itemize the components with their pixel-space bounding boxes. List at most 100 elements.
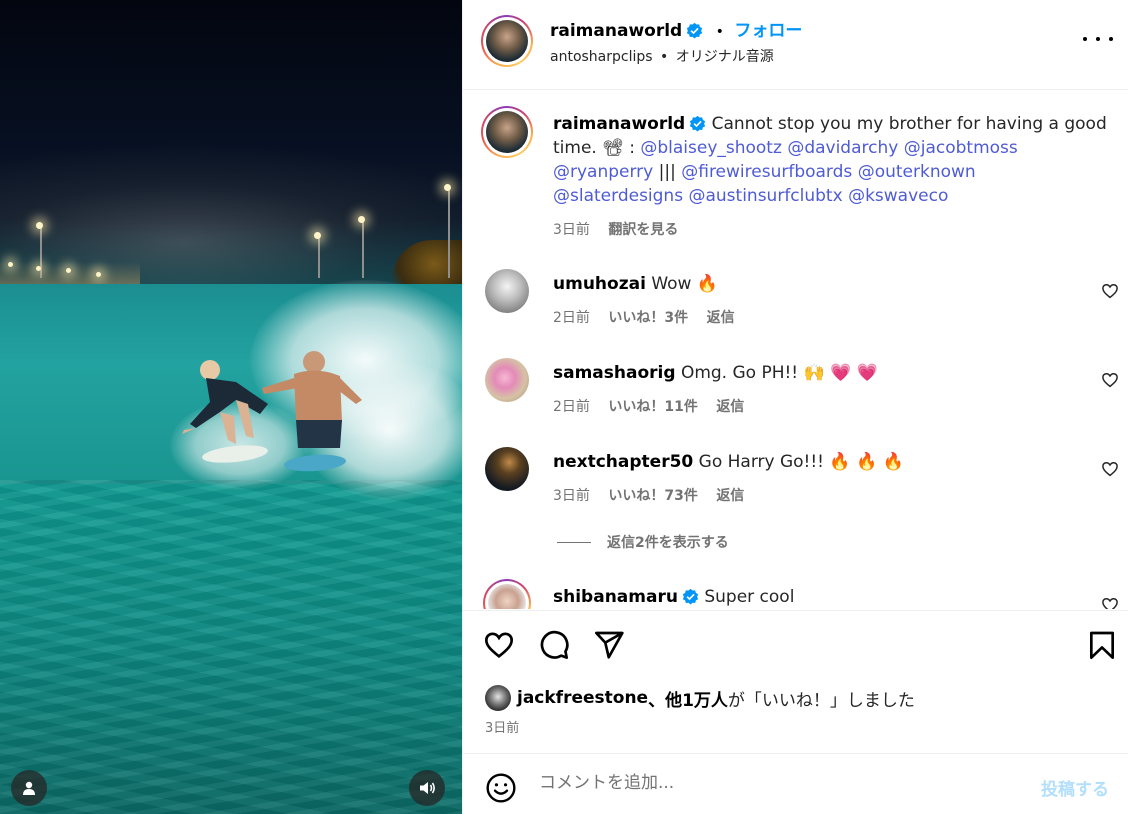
post-side-panel: raimanaworld • フォロー antosharpclips • オリジ… [462, 0, 1128, 814]
tagged-users-button[interactable] [11, 770, 47, 806]
comment-username[interactable]: samashaorig [553, 363, 676, 383]
heart-icon[interactable] [1101, 460, 1119, 478]
post-comment-button[interactable]: 投稿する [1041, 775, 1109, 800]
post-date[interactable]: 3日前 [485, 717, 519, 736]
comment-time[interactable]: 2日前 [553, 399, 590, 415]
comment-meta: 3日前 いいね！73件 返信 [553, 485, 758, 505]
heart-icon[interactable] [1101, 596, 1119, 609]
shore-lights [0, 262, 140, 286]
audio-separator: • [660, 49, 669, 65]
mention-link[interactable]: @jacobtmoss [904, 138, 1018, 158]
translate-button[interactable]: 翻訳を見る [608, 222, 678, 238]
shore-light [36, 266, 41, 271]
user-tag-icon [23, 781, 35, 795]
light-pole [318, 238, 320, 278]
audio-toggle-button[interactable] [409, 770, 445, 806]
comment-text: umuhozai Wow 🔥 [553, 272, 1113, 296]
view-replies-label: 返信2件を表示する [607, 535, 729, 551]
heart-icon[interactable] [1101, 371, 1119, 389]
flood-light [314, 232, 321, 239]
audio-line: antosharpclips • オリジナル音源 [550, 46, 774, 66]
caption-time[interactable]: 3日前 [553, 222, 590, 238]
mention-link[interactable]: @ryanperry [553, 162, 653, 182]
liker-username[interactable]: jackfreestone [517, 688, 648, 708]
more-options-icon [1083, 37, 1087, 41]
post-actions: jackfreestone 、他1万人 が「いいね！」しました 3日前 [463, 610, 1128, 754]
mention-link[interactable]: @austinsurfclubtx [688, 186, 842, 206]
comment-body: Wow 🔥 [651, 274, 719, 294]
comment-text: nextchapter50 Go Harry Go!!! 🔥 🔥 🔥 [553, 450, 1113, 474]
audio-username[interactable]: antosharpclips [550, 49, 653, 65]
flood-light [36, 222, 43, 229]
verified-badge-icon [690, 115, 706, 132]
author-username[interactable]: raimanaworld [550, 21, 682, 41]
reply-button[interactable]: 返信 [707, 310, 735, 326]
light-pole [448, 190, 450, 278]
author-avatar[interactable] [481, 15, 533, 67]
volume-icon [420, 782, 435, 794]
mention-link[interactable]: @slaterdesigns [553, 186, 683, 206]
comment-username[interactable]: shibanamaru [553, 587, 678, 607]
shore-light [66, 268, 71, 273]
commenter-avatar[interactable] [485, 358, 529, 402]
header-separator: • [715, 24, 724, 40]
share-icon[interactable] [593, 629, 625, 661]
emoji-icon[interactable] [485, 772, 517, 804]
caption-separator: ||| [653, 162, 682, 182]
comment-time[interactable]: 2日前 [553, 310, 590, 326]
more-options-button[interactable] [1083, 28, 1113, 50]
view-replies-button[interactable]: 返信2件を表示する [557, 532, 729, 552]
flood-light [444, 184, 451, 191]
post-dialog: raimanaworld • フォロー antosharpclips • オリジ… [0, 0, 1128, 814]
comment-username[interactable]: umuhozai [553, 274, 646, 294]
caption-avatar[interactable] [481, 106, 533, 158]
comment-username[interactable]: nextchapter50 [553, 452, 693, 472]
mention-link[interactable]: @outerknown [858, 162, 976, 182]
shore-light [8, 262, 13, 267]
comment-input[interactable] [539, 773, 1019, 793]
verified-badge-icon [687, 22, 703, 39]
heart-icon[interactable] [483, 629, 515, 661]
video-player[interactable] [0, 0, 462, 814]
caption-meta: 3日前 翻訳を見る [553, 219, 692, 239]
caption-text: raimanaworld Cannot stop you my brother … [553, 112, 1113, 208]
comment-likes[interactable]: いいね！73件 [608, 488, 697, 504]
shore-light [96, 272, 101, 277]
mention-link[interactable]: @blaisey_shootz [640, 138, 782, 158]
follow-button[interactable]: フォロー [734, 21, 802, 41]
mention-link[interactable]: @kswaveco [848, 186, 948, 206]
heart-icon[interactable] [1101, 282, 1119, 300]
comment-body: Super cool [704, 587, 795, 607]
flood-light [358, 216, 365, 223]
save-icon[interactable] [1086, 629, 1118, 661]
mention-link[interactable]: @firewiresurfboards [681, 162, 852, 182]
light-pole [362, 222, 364, 278]
comment-meta: 2日前 いいね！3件 返信 [553, 307, 749, 327]
likes-summary: jackfreestone 、他1万人 が「いいね！」しました [485, 685, 915, 711]
commenter-avatar[interactable] [485, 447, 529, 491]
light-pole [40, 228, 42, 278]
mention-link[interactable]: @davidarchy [787, 138, 898, 158]
comment-icon[interactable] [538, 629, 570, 661]
comment-body: Omg. Go PH!! 🙌 💗 💗 [680, 363, 878, 383]
surfer-right [262, 351, 362, 448]
comment-likes[interactable]: いいね！11件 [608, 399, 697, 415]
likes-suffix: が「いいね！」しました [727, 690, 915, 711]
verified-badge-icon [682, 588, 699, 605]
author-line: raimanaworld • フォロー [550, 16, 802, 41]
reply-button[interactable]: 返信 [716, 399, 744, 415]
audio-name[interactable]: オリジナル音源 [676, 49, 774, 65]
replies-divider [557, 541, 591, 543]
commenter-avatar[interactable] [485, 269, 529, 313]
comment-text: shibanamaru Super cool [553, 585, 1113, 609]
commenter-avatar[interactable] [483, 579, 531, 609]
comment-time[interactable]: 3日前 [553, 488, 590, 504]
caption-username[interactable]: raimanaworld [553, 114, 685, 134]
liker-avatar[interactable] [485, 685, 511, 711]
comment-likes[interactable]: いいね！3件 [608, 310, 688, 326]
reply-button[interactable]: 返信 [716, 488, 744, 504]
likes-others[interactable]: 、他1万人 [648, 686, 728, 711]
comments-list[interactable]: raimanaworld Cannot stop you my brother … [463, 91, 1128, 609]
comment-text: samashaorig Omg. Go PH!! 🙌 💗 💗 [553, 361, 1113, 385]
comment-form: 投稿する [463, 755, 1128, 814]
